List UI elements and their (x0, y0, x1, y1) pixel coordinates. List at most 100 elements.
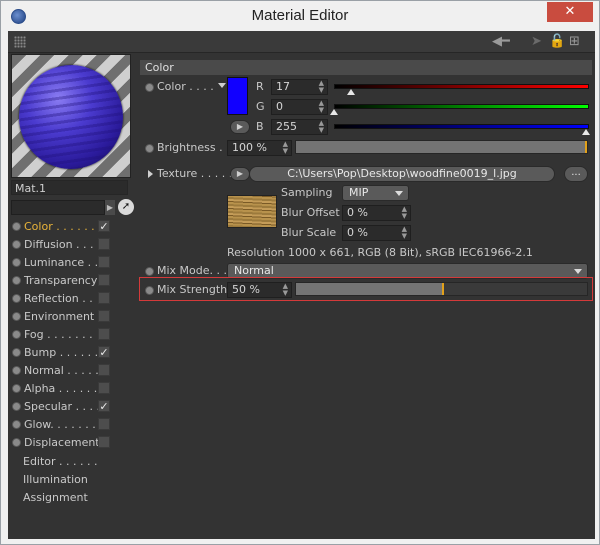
sampling-dropdown[interactable]: MIP (342, 185, 409, 201)
g-label: G (256, 100, 265, 113)
channel-filter-field[interactable] (11, 200, 105, 215)
blur-offset-spinner-icon[interactable]: ▲ ▼ (402, 206, 407, 220)
picker-cursor-icon[interactable]: ➚ (118, 199, 134, 215)
color-label: Color . . . . (157, 80, 214, 93)
color-swatch[interactable] (227, 77, 248, 115)
channel-label[interactable]: Environment (24, 309, 94, 325)
mix-strength-spinner-icon[interactable]: ▲ ▼ (283, 283, 288, 297)
brightness-anim-dot[interactable] (145, 144, 154, 153)
mix-strength-value: 50 % (232, 283, 260, 296)
blur-scale-spinner-icon[interactable]: ▲ ▼ (402, 226, 407, 240)
brightness-slider[interactable] (295, 140, 588, 154)
r-slider[interactable] (334, 84, 589, 89)
b-slider[interactable] (334, 124, 589, 129)
channel-checkbox[interactable] (98, 238, 110, 250)
channel-checkbox[interactable]: ✓ (98, 400, 110, 412)
back-arrow-icon[interactable]: ◀━ (492, 34, 510, 50)
r-spinner-icon[interactable]: ▲ ▼ (319, 80, 324, 94)
channel-illumination[interactable]: Illumination (23, 472, 88, 488)
channel-checkbox[interactable] (98, 310, 110, 322)
channel-item[interactable]: Environment (11, 308, 111, 326)
color-picker-button[interactable]: ▶ (230, 120, 250, 134)
channel-item[interactable]: Luminance . . (11, 254, 111, 272)
section-header: Color (140, 60, 592, 75)
channel-item[interactable]: Color . . . . . . ✓ (11, 218, 111, 236)
b-value-field[interactable]: 255 ▲ ▼ (271, 119, 328, 135)
material-preview[interactable] (11, 54, 131, 178)
r-value-field[interactable]: 17 ▲ ▼ (271, 79, 328, 95)
b-value: 255 (276, 120, 297, 133)
channel-item[interactable]: Normal . . . . . (11, 362, 111, 380)
channel-assignment[interactable]: Assignment (23, 490, 88, 506)
channel-item[interactable]: Fog . . . . . . . (11, 326, 111, 344)
texture-expand-icon[interactable] (148, 170, 153, 178)
lock-icon[interactable]: 🔓 (549, 34, 565, 50)
channel-checkbox[interactable] (98, 292, 110, 304)
channel-item[interactable]: Displacement (11, 434, 111, 452)
channel-checkbox[interactable] (98, 364, 110, 376)
channel-editor[interactable]: Editor . . . . . . (23, 454, 98, 470)
channel-item[interactable]: Alpha . . . . . . (11, 380, 111, 398)
channel-item[interactable]: Diffusion . . . (11, 236, 111, 254)
brightness-field[interactable]: 100 % ▲ ▼ (227, 140, 292, 156)
close-button[interactable]: ✕ (547, 2, 593, 22)
channel-label[interactable]: Luminance . . (24, 255, 98, 271)
brightness-spinner-icon[interactable]: ▲ ▼ (283, 141, 288, 155)
channel-label[interactable]: Diffusion . . . (24, 237, 94, 253)
g-value-field[interactable]: 0 ▲ ▼ (271, 99, 328, 115)
mix-strength-anim-dot[interactable] (145, 286, 154, 295)
channel-label[interactable]: Bump . . . . . . (24, 345, 98, 361)
texture-path-field[interactable]: C:\Users\Pop\Desktop\woodfine0019_l.jpg (249, 166, 555, 182)
channel-dot-icon (12, 384, 21, 393)
channel-checkbox[interactable] (98, 418, 110, 430)
channel-checkbox[interactable] (98, 256, 110, 268)
channel-label[interactable]: Normal . . . . . (24, 363, 99, 379)
mix-strength-field[interactable]: 50 % ▲ ▼ (227, 282, 292, 298)
b-spinner-icon[interactable]: ▲ ▼ (319, 120, 324, 134)
pointer-icon[interactable]: ➤ (531, 34, 542, 50)
color-mode-caret-icon[interactable] (218, 83, 226, 88)
channel-checkbox[interactable] (98, 274, 110, 286)
channel-label[interactable]: Glow. . . . . . . (24, 417, 96, 433)
g-slider[interactable] (334, 104, 589, 109)
b-slider-knob[interactable] (582, 129, 590, 135)
g-slider-knob[interactable] (330, 109, 338, 115)
channel-label[interactable]: Color . . . . . . (24, 219, 95, 235)
channel-label[interactable]: Transparency (24, 273, 97, 289)
channel-checkbox[interactable] (98, 328, 110, 340)
texture-menu-button[interactable]: ▶ (230, 167, 250, 181)
channel-item[interactable]: Bump . . . . . . ✓ (11, 344, 111, 362)
blur-offset-field[interactable]: 0 % ▲ ▼ (342, 205, 411, 221)
channel-dot-icon (12, 240, 21, 249)
sampling-value: MIP (349, 186, 369, 199)
material-name-field[interactable]: Mat.1 (11, 180, 128, 195)
channel-item[interactable]: Specular . . . . ✓ (11, 398, 111, 416)
g-spinner-icon[interactable]: ▲ ▼ (319, 100, 324, 114)
channel-checkbox[interactable] (98, 382, 110, 394)
channel-label[interactable]: Specular . . . . (24, 399, 100, 415)
channel-checkbox[interactable]: ✓ (98, 346, 110, 358)
blur-offset-label: Blur Offset (281, 206, 340, 219)
filter-arrow-icon[interactable]: ▶ (105, 200, 115, 215)
channel-checkbox[interactable] (98, 436, 110, 448)
preview-sphere (19, 65, 123, 169)
channel-item[interactable]: Transparency (11, 272, 111, 290)
channel-item[interactable]: Glow. . . . . . . (11, 416, 111, 434)
blur-scale-field[interactable]: 0 % ▲ ▼ (342, 225, 411, 241)
title-bar: Material Editor ✕ (1, 1, 599, 31)
channel-item[interactable]: Reflection . . (11, 290, 111, 308)
channel-label[interactable]: Alpha . . . . . . (24, 381, 97, 397)
r-label: R (256, 80, 264, 93)
channel-label[interactable]: Fog . . . . . . . (24, 327, 93, 343)
mix-strength-slider[interactable] (295, 282, 588, 296)
r-slider-knob[interactable] (347, 89, 355, 95)
new-window-icon[interactable]: ⊞ (569, 34, 580, 50)
texture-thumbnail[interactable] (227, 195, 277, 228)
channel-checkbox[interactable]: ✓ (98, 220, 110, 232)
browse-texture-button[interactable]: ... (564, 166, 588, 182)
channel-label[interactable]: Reflection . . (24, 291, 93, 307)
color-anim-dot[interactable] (145, 83, 154, 92)
panel-grip-icon[interactable] (14, 36, 26, 48)
channel-label[interactable]: Displacement (24, 435, 100, 451)
mix-mode-anim-dot[interactable] (145, 267, 154, 276)
